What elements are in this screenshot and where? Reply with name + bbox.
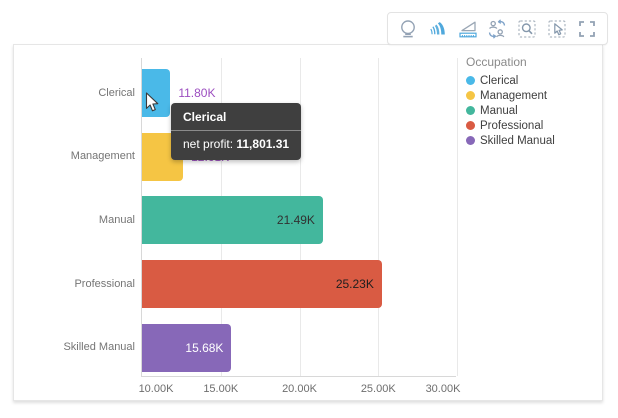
zoom-area-select-icon <box>515 17 539 41</box>
tooltip-value: 11,801.31 <box>236 137 289 151</box>
set-square-ruler-icon <box>456 17 480 41</box>
bar-professional[interactable]: 25.23K <box>142 260 382 308</box>
pointer-select-icon <box>545 17 569 41</box>
gridline <box>378 58 379 376</box>
legend-item-management[interactable]: Management <box>466 88 596 103</box>
bar-value-label: 11.80K <box>178 86 215 100</box>
x-axis-tick-label: 15.00K <box>203 383 238 395</box>
tooltip-body: net profit: 11,801.31 <box>171 131 301 160</box>
bar-manual[interactable]: 21.49K <box>142 196 323 244</box>
crystal-ball-icon <box>396 17 420 41</box>
fan-chart-button[interactable] <box>424 13 452 44</box>
legend-item-clerical[interactable]: Clerical <box>466 73 596 88</box>
pointer-select-button[interactable] <box>543 13 571 44</box>
gridline <box>457 58 458 376</box>
category-label: Skilled Manual <box>15 341 135 354</box>
bar-value-label: 21.49K <box>277 213 315 227</box>
chart-panel: 10.00K 15.00K 20.00K 25.00K 30.00K Clerical 11… <box>13 44 603 401</box>
fan-chart-icon <box>426 17 450 41</box>
x-axis-tick-label: 25.00K <box>361 383 396 395</box>
x-axis-tick-label: 30.00K <box>426 383 461 395</box>
crystal-ball-button[interactable] <box>394 13 422 44</box>
set-square-button[interactable] <box>454 13 482 44</box>
legend-item-professional[interactable]: Professional <box>466 118 596 133</box>
x-axis-tick-label: 20.00K <box>282 383 317 395</box>
bar-value-label: 15.68K <box>185 341 223 355</box>
swap-users-button[interactable] <box>483 13 511 44</box>
tooltip-field-label: net profit: <box>183 137 233 151</box>
legend-items: Clerical Management Manual Professional Skil… <box>466 73 596 148</box>
category-label: Manual <box>15 214 135 227</box>
legend-title: Occupation <box>466 55 596 69</box>
legend-item-label: Skilled Manual <box>480 135 555 147</box>
chart-legend: Occupation Clerical Management Manual Profe… <box>466 55 596 148</box>
category-label: Professional <box>15 278 135 291</box>
swap-users-icon <box>485 17 509 41</box>
legend-item-label: Management <box>480 90 547 102</box>
legend-item-manual[interactable]: Manual <box>466 103 596 118</box>
zoom-area-button[interactable] <box>513 13 541 44</box>
legend-color-dot <box>466 121 475 130</box>
category-label: Management <box>15 150 135 163</box>
legend-item-skilled-manual[interactable]: Skilled Manual <box>466 133 596 148</box>
legend-color-dot <box>466 76 475 85</box>
mouse-cursor-icon <box>145 92 161 119</box>
x-axis-tick-label: 10.00K <box>139 383 174 395</box>
legend-item-label: Professional <box>480 120 543 132</box>
legend-color-dot <box>466 106 475 115</box>
bar-skilled-manual[interactable]: 15.68K <box>142 324 231 372</box>
legend-color-dot <box>466 91 475 100</box>
category-label: Clerical <box>15 87 135 100</box>
chart-toolbar <box>387 12 608 45</box>
fullscreen-icon <box>575 17 599 41</box>
bar-value-label: 25.23K <box>336 277 374 291</box>
fullscreen-button[interactable] <box>573 13 601 44</box>
tooltip-title: Clerical <box>171 103 301 131</box>
legend-item-label: Clerical <box>480 75 518 87</box>
hover-tooltip: Clerical net profit: 11,801.31 <box>171 103 301 160</box>
legend-item-label: Manual <box>480 105 518 117</box>
legend-color-dot <box>466 136 475 145</box>
